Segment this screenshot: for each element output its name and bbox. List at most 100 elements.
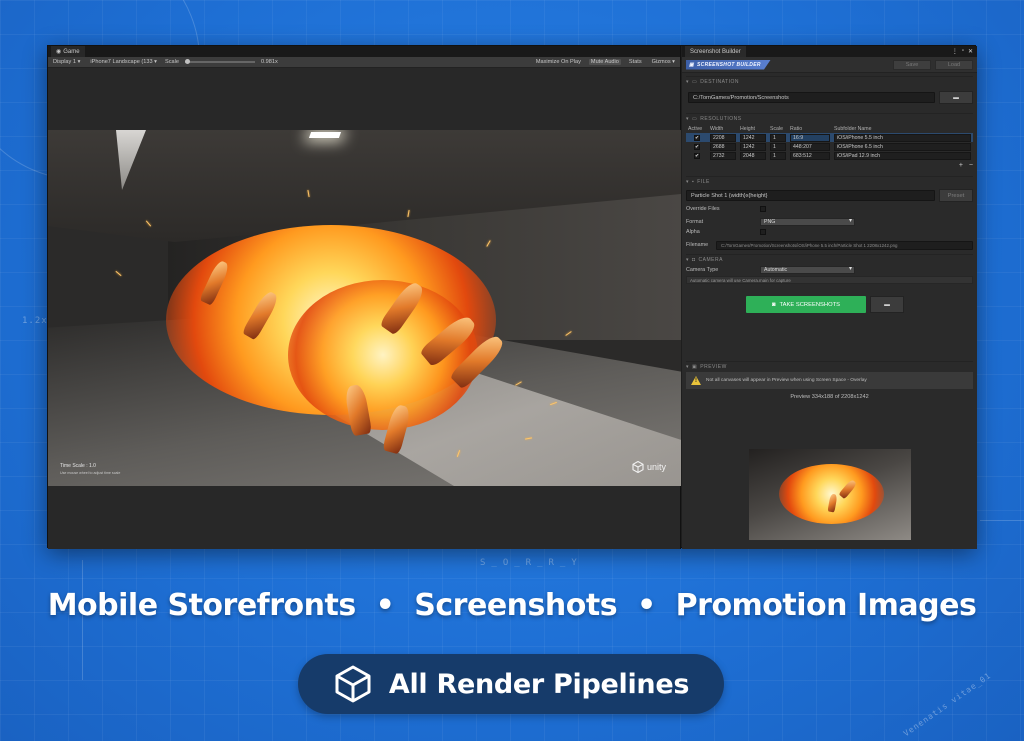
foldout-arrow-icon: ▾ — [686, 257, 690, 263]
subfolder-field[interactable]: iOS/iPhone 6.5 inch — [834, 142, 971, 151]
tagline: Mobile Storefronts • Screenshots • Promo… — [0, 588, 1024, 623]
save-button[interactable]: Save — [893, 60, 931, 70]
preset-button[interactable]: Preset — [939, 189, 973, 202]
preview-image — [749, 449, 911, 540]
mute-audio-toggle[interactable]: Mute Audio — [588, 59, 621, 65]
scene-ceiling-light — [308, 132, 342, 138]
col-scale: Scale — [770, 125, 783, 132]
file-section: ▾ ▪ FILE Particle Shot 1 {width}x{height… — [682, 176, 977, 250]
render-pipelines-badge: All Render Pipelines — [298, 654, 724, 714]
ratio-field[interactable]: 16:9 — [790, 133, 830, 142]
kebab-menu-icon[interactable]: ⋮ — [952, 48, 958, 55]
camera-section: ▾ ◘ CAMERA Camera Type Automatic Automat… — [682, 254, 977, 313]
resolutions-section: ▾ ▭ RESOLUTIONS Active Width Height Scal… — [682, 113, 977, 170]
add-resolution-button[interactable]: + — [959, 162, 963, 169]
tagline-item: Screenshots — [414, 588, 618, 623]
height-field[interactable]: 1242 — [740, 142, 766, 151]
destination-header[interactable]: ▾ ▭ DESTINATION — [686, 76, 973, 87]
browse-folder-button[interactable]: ▬ — [939, 91, 973, 104]
table-row[interactable]: ✔ 2732 2048 1 683:512 iOS/iPad 12.9 inch — [686, 151, 973, 160]
take-screenshots-label: TAKE SCREENSHOTS — [779, 301, 840, 308]
scale-label: Scale — [164, 59, 179, 65]
take-screenshots-button[interactable]: ◙ TAKE SCREENSHOTS — [746, 296, 866, 313]
game-panel: ◉ Game Display 1 ▾ iPhone7 Landscape (13… — [48, 46, 681, 549]
camera-type-dropdown[interactable]: Automatic — [760, 266, 855, 274]
height-field[interactable]: 1242 — [740, 133, 766, 142]
scale-slider[interactable] — [184, 59, 255, 64]
camera-icon: ◙ — [772, 301, 776, 308]
camera-type-row: Camera Type Automatic — [686, 265, 973, 275]
tab-game[interactable]: ◉ Game — [51, 46, 85, 57]
tab-game-label: Game — [63, 48, 80, 55]
folder-icon: ▭ — [692, 79, 698, 85]
warning-icon: ! — [691, 376, 701, 385]
foldout-arrow-icon: ▾ — [686, 79, 690, 85]
table-row[interactable]: ✔ 2688 1242 1 448:207 iOS/iPhone 6.5 inc… — [686, 142, 973, 151]
load-button[interactable]: Load — [935, 60, 973, 70]
col-ratio: Ratio — [790, 125, 803, 132]
width-field[interactable]: 2732 — [710, 151, 736, 160]
ratio-field[interactable]: 683:512 — [790, 151, 830, 160]
unity-logo-text: unity — [646, 462, 666, 472]
table-row[interactable]: ✔ 2208 1242 1 16:9 iOS/iPhone 5.5 inch — [686, 133, 973, 142]
game-tab-strip: ◉ Game — [48, 46, 680, 57]
render-pipelines-label: All Render Pipelines — [388, 668, 690, 700]
maximize-on-play-toggle[interactable]: Maximize On Play — [534, 59, 583, 65]
subfolder-field[interactable]: iOS/iPad 12.9 inch — [834, 151, 971, 160]
active-checkbox[interactable]: ✔ — [694, 143, 700, 150]
camera-note: Automatic camera will use Camera.main fo… — [686, 276, 973, 284]
gizmos-dropdown[interactable]: Gizmos ▾ — [650, 59, 677, 65]
scale-field[interactable]: 1 — [770, 151, 786, 160]
col-active: Active — [688, 125, 703, 132]
builder-brand-text: SCREENSHOT BUILDER — [697, 61, 761, 68]
camera-header[interactable]: ▾ ◘ CAMERA — [686, 254, 973, 265]
height-field[interactable]: 2048 — [740, 151, 766, 160]
remove-resolution-button[interactable]: − — [969, 162, 973, 169]
ratio-field[interactable]: 448:207 — [790, 142, 830, 151]
unity-cube-icon — [632, 461, 644, 473]
width-field[interactable]: 2688 — [710, 142, 736, 151]
file-name-template-field[interactable]: Particle Shot 1 {width}x{height} — [686, 190, 935, 201]
foldout-arrow-icon: ▾ — [686, 364, 690, 370]
resolution-dropdown[interactable]: iPhone7 Landscape (133 ▾ — [88, 59, 159, 65]
camera-icon: ◘ — [692, 257, 696, 263]
scale-slider-knob[interactable] — [184, 59, 190, 64]
open-output-folder-button[interactable]: ▬ — [870, 296, 904, 313]
gamepad-icon: ◉ — [56, 49, 62, 55]
maximize-icon[interactable]: ▫ — [962, 48, 964, 55]
scale-field[interactable]: 1 — [770, 133, 786, 142]
bg-line-decoration — [980, 520, 1024, 521]
tagline-separator: • — [375, 588, 395, 623]
file-header[interactable]: ▾ ▪ FILE — [686, 176, 973, 187]
alpha-label: Alpha — [686, 229, 700, 235]
override-files-checkbox[interactable] — [760, 206, 766, 212]
foldout-arrow-icon: ▾ — [686, 179, 690, 185]
active-checkbox[interactable]: ✔ — [694, 134, 700, 141]
tagline-separator: • — [637, 588, 656, 623]
display-dropdown[interactable]: Display 1 ▾ — [51, 59, 82, 65]
cube-icon — [335, 665, 371, 703]
col-subfolder: Subfolder Name — [834, 125, 872, 132]
save-disk-icon: ▪ — [692, 179, 695, 185]
preview-header[interactable]: ▾ ▣ PREVIEW — [686, 361, 973, 372]
window-controls: ⋮ ▫ ✕ — [952, 48, 973, 55]
screenshot-builder-panel: Screenshot Builder ⋮ ▫ ✕ ▣ SCREENSHOT BU… — [682, 46, 977, 549]
tab-screenshot-builder[interactable]: Screenshot Builder — [685, 46, 746, 57]
resolutions-header[interactable]: ▾ ▭ RESOLUTIONS — [686, 113, 973, 124]
game-viewport[interactable]: Time Scale : 1.0 Use mouse wheel to adju… — [48, 130, 681, 486]
monitor-icon: ▭ — [692, 116, 698, 122]
stats-toggle[interactable]: Stats — [627, 59, 644, 65]
unity-editor-window: ◉ Game Display 1 ▾ iPhone7 Landscape (13… — [47, 45, 977, 549]
width-field[interactable]: 2208 — [710, 133, 736, 142]
explosion-core — [288, 280, 478, 430]
foldout-arrow-icon: ▾ — [686, 116, 690, 122]
destination-path-field[interactable]: C:/TornGames/Promotion/Screenshots — [688, 92, 935, 103]
format-label: Format — [686, 219, 704, 225]
alpha-checkbox[interactable] — [760, 229, 766, 235]
close-icon[interactable]: ✕ — [968, 48, 973, 55]
active-checkbox[interactable]: ✔ — [694, 152, 700, 159]
format-dropdown[interactable]: PNG — [760, 218, 855, 226]
subfolder-field[interactable]: iOS/iPhone 5.5 inch — [834, 133, 971, 142]
scale-field[interactable]: 1 — [770, 142, 786, 151]
format-row: Format PNG — [686, 217, 973, 227]
